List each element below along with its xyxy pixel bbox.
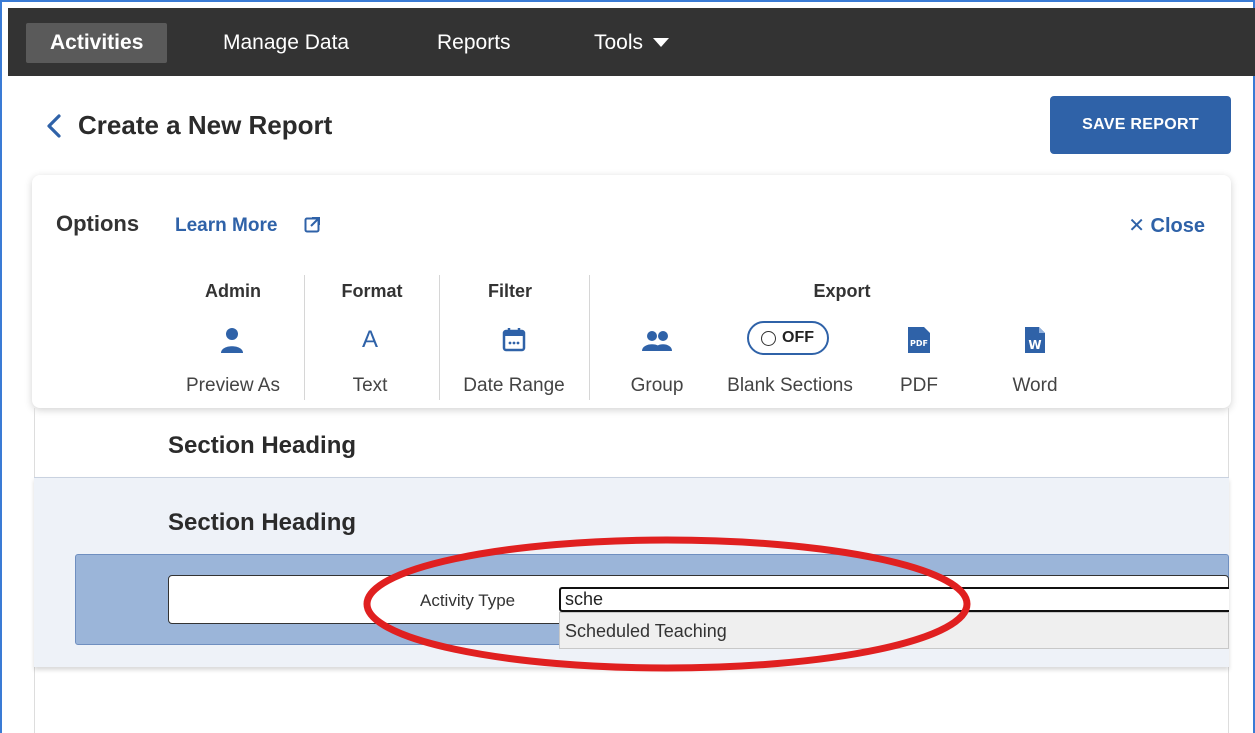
pdf-label: PDF: [900, 375, 938, 396]
options-title: Options: [56, 211, 140, 236]
group-label: Group: [630, 375, 684, 396]
section-heading[interactable]: Section Heading: [168, 432, 356, 460]
preview-as-button[interactable]: [217, 325, 247, 355]
autocomplete-suggestion[interactable]: Scheduled Teaching: [559, 612, 1229, 649]
external-link-icon[interactable]: [304, 216, 321, 233]
preview-as-label: Preview As: [186, 375, 280, 396]
people-group-icon: [642, 331, 672, 351]
section-heading[interactable]: Section Heading: [168, 509, 356, 537]
toggle-knob: [761, 331, 776, 346]
caret-down-icon: [653, 37, 670, 47]
divider: [589, 275, 590, 400]
top-navigation-bar: Activities Manage Data Reports Tools: [8, 8, 1255, 76]
page-title: Create a New Report: [78, 110, 333, 140]
blank-sections-label: Blank Sections: [727, 375, 853, 396]
calendar-icon: [502, 328, 526, 352]
group-label-admin: Admin: [205, 281, 261, 301]
nav-item-tools-label: Tools: [594, 31, 644, 54]
pdf-export-button[interactable]: PDF: [906, 325, 932, 355]
save-report-button[interactable]: SAVE REPORT: [1050, 96, 1231, 154]
activity-type-label: Activity Type: [420, 591, 516, 610]
nav-item-activities[interactable]: Activities: [26, 23, 168, 63]
word-label: Word: [1012, 375, 1058, 396]
date-range-button[interactable]: [499, 325, 529, 355]
word-file-icon: W: [1025, 327, 1045, 353]
text-label: Text: [352, 375, 388, 396]
group-label-filter: Filter: [487, 281, 532, 301]
divider: [304, 275, 305, 400]
pdf-icon-text: PDF: [910, 339, 928, 348]
group-label-export: Export: [813, 281, 871, 301]
group-button[interactable]: [640, 325, 674, 355]
text-format-button[interactable]: A: [355, 325, 385, 355]
learn-more-link[interactable]: Learn More: [175, 215, 277, 237]
nav-item-manage-data[interactable]: Manage Data: [201, 23, 373, 63]
pdf-file-icon: PDF: [908, 327, 930, 353]
group-label-format: Format: [341, 281, 403, 301]
toggle-state: OFF: [782, 329, 814, 346]
chevron-left-icon[interactable]: [44, 113, 66, 139]
person-icon: [221, 328, 243, 353]
word-icon-text: W: [1028, 338, 1041, 352]
close-icon: ✕: [1128, 215, 1151, 237]
blank-sections-toggle[interactable]: OFF: [747, 321, 829, 355]
divider: [439, 275, 440, 400]
activity-type-input[interactable]: sche: [559, 587, 1229, 612]
close-label: Close: [1150, 215, 1205, 237]
date-range-label: Date Range: [463, 375, 565, 396]
letter-a-icon: A: [361, 326, 378, 353]
close-button[interactable]: ✕ Close: [1128, 213, 1205, 238]
options-panel: Options Learn More ✕ Close Admin Format …: [32, 175, 1231, 408]
nav-item-tools[interactable]: Tools: [570, 23, 693, 63]
nav-item-reports[interactable]: Reports: [413, 23, 535, 63]
word-export-button[interactable]: W: [1023, 325, 1047, 355]
